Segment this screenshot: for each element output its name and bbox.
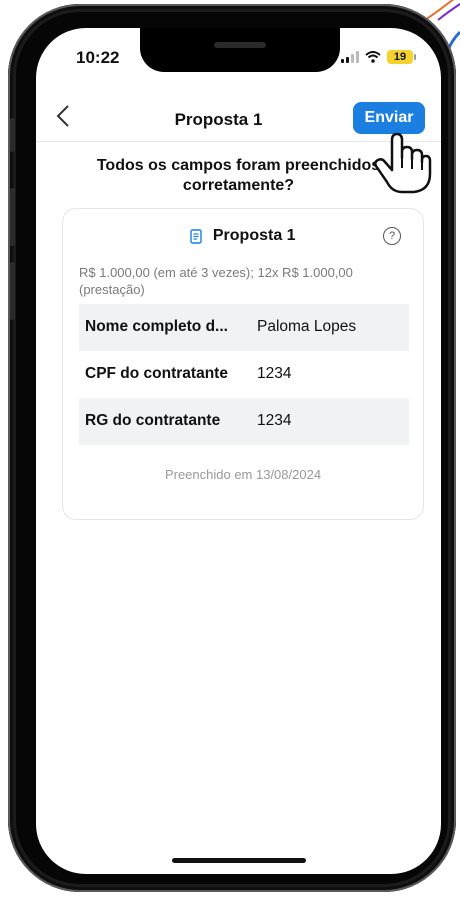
card-title: Proposta 1 [212,227,296,244]
row-key: RG do contratante [85,412,221,429]
send-button[interactable]: Enviar [353,102,425,134]
row-key: Nome completo d... [85,318,228,335]
home-indicator[interactable] [172,858,306,863]
table-row: RG do contratante 1234 [79,398,409,445]
row-value: Paloma Lopes [257,318,357,335]
page-title: Proposta 1 [174,110,263,129]
help-icon[interactable]: ? [383,227,401,245]
wifi-icon [365,51,381,63]
row-value: 1234 [257,412,292,429]
document-icon [190,228,203,244]
status-time: 10:22 [76,48,120,67]
price-text: R$ 1.000,00 (em até 3 vezes); 12x R$ 1.0… [79,265,353,297]
row-key: CPF do contratante [85,365,228,382]
side-button-volume-down [10,262,15,320]
pointer-hand-icon [374,132,432,194]
side-button-mute [10,118,15,152]
signal-icon [341,51,359,63]
filled-date: Preenchido em 13/08/2024 [164,467,322,482]
proposal-card: Proposta 1 ? R$ 1.000,00 (em até 3 vezes… [62,208,424,520]
table-row: Nome completo d... Paloma Lopes [79,304,409,351]
side-button-volume-up [10,188,15,246]
table-row: CPF do contratante 1234 [79,351,409,398]
card-header: Proposta 1 [63,227,423,245]
notch [140,28,340,72]
status-icons: 19 [341,50,416,64]
battery-icon: 19 [387,50,416,64]
speaker-grille [214,42,266,48]
row-value: 1234 [257,365,292,382]
